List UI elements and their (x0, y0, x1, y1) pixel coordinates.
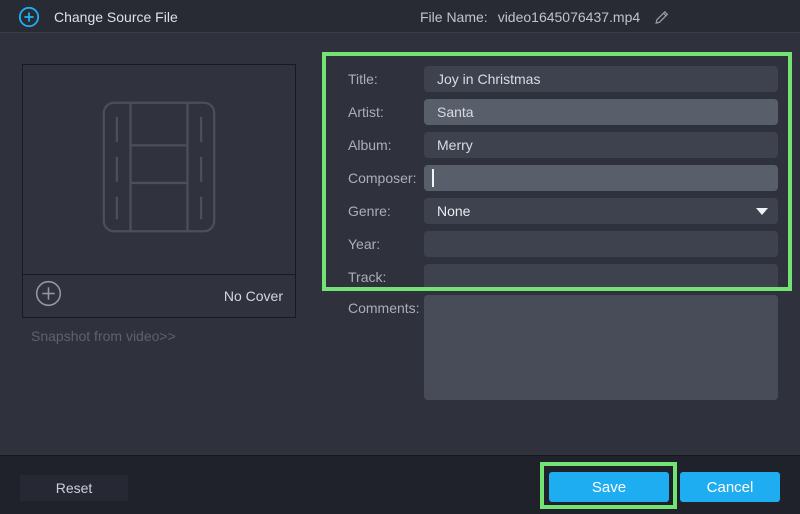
track-field-label: Track: (348, 264, 423, 290)
composer-field-label: Composer: (348, 165, 423, 191)
reset-button[interactable]: Reset (20, 475, 128, 501)
file-name-group: File Name: video1645076437.mp4 (420, 0, 671, 33)
edit-pencil-icon[interactable] (654, 9, 671, 24)
video-thumbnail (23, 65, 295, 274)
comments-textarea[interactable] (424, 295, 778, 400)
year-input[interactable] (424, 231, 778, 257)
cover-panel: No Cover (22, 64, 296, 318)
no-cover-label: No Cover (224, 288, 283, 304)
metadata-editor-window: Change Source File File Name: video16450… (0, 0, 800, 514)
title-field-label: Title: (348, 66, 423, 92)
file-name-value: video1645076437.mp4 (498, 9, 640, 25)
chevron-down-icon (756, 208, 768, 215)
album-input[interactable] (424, 132, 778, 158)
genre-selected-value: None (437, 203, 470, 219)
text-cursor (432, 169, 434, 187)
artist-field-label: Artist: (348, 99, 423, 125)
composer-input[interactable] (424, 165, 778, 191)
comments-field-label: Comments: (348, 295, 423, 321)
change-source-file-label: Change Source File (54, 9, 178, 25)
track-input[interactable] (424, 264, 778, 290)
year-field-label: Year: (348, 231, 423, 257)
filmstrip-icon (102, 101, 216, 238)
genre-select[interactable]: None (424, 198, 778, 224)
genre-field-label: Genre: (348, 198, 423, 224)
add-cover-row[interactable]: No Cover (23, 274, 295, 317)
cancel-button[interactable]: Cancel (680, 472, 780, 502)
top-bar: Change Source File File Name: video16450… (0, 0, 800, 33)
artist-input[interactable] (424, 99, 778, 125)
circle-plus-icon (18, 6, 40, 28)
save-button[interactable]: Save (549, 472, 669, 502)
album-field-label: Album: (348, 132, 423, 158)
snapshot-from-video-link[interactable]: Snapshot from video>> (31, 328, 176, 344)
file-name-label: File Name: (420, 9, 488, 25)
title-input[interactable] (424, 66, 778, 92)
change-source-file-button[interactable]: Change Source File (18, 0, 178, 33)
circle-plus-icon (35, 280, 62, 312)
